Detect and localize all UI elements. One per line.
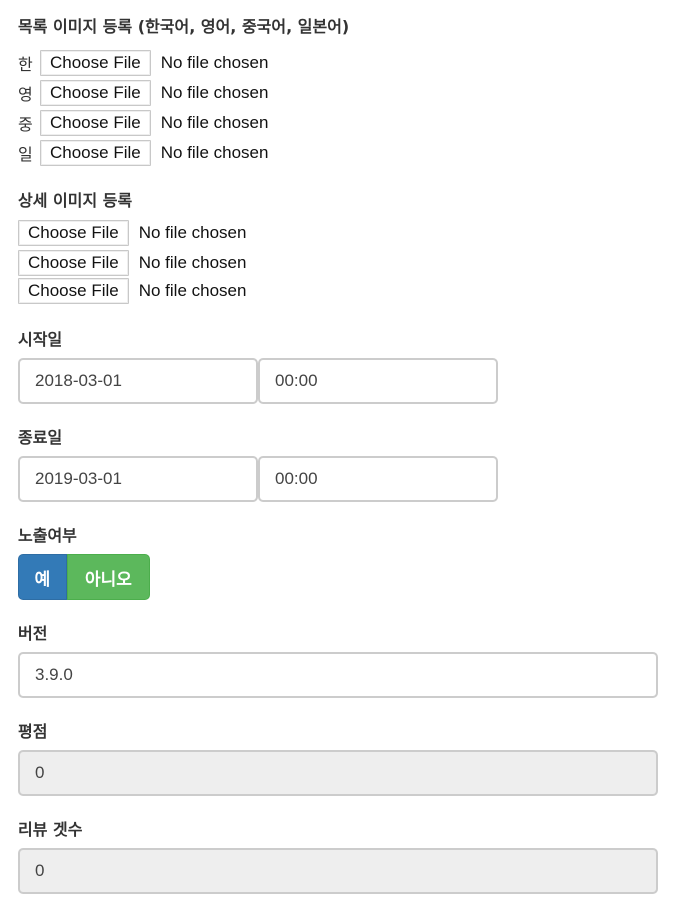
choose-file-button-ja[interactable]: Choose File — [40, 140, 151, 166]
end-time-input[interactable]: 00:00 — [258, 456, 498, 502]
rating-input: 0 — [18, 750, 658, 796]
visibility-no-button[interactable]: 아니오 — [67, 554, 150, 600]
detail-file-row: Choose File No file chosen — [18, 278, 246, 304]
detail-images-label: 상세 이미지 등록 — [18, 191, 133, 210]
visibility-yes-button[interactable]: 예 — [18, 554, 67, 600]
file-row-en: 영 Choose File No file chosen — [18, 80, 268, 106]
file-status-zh: No file chosen — [160, 113, 269, 132]
rating-label: 평점 — [18, 722, 48, 741]
file-status-en: No file chosen — [160, 83, 269, 102]
start-time-input[interactable]: 00:00 — [258, 358, 498, 404]
choose-file-button-ko[interactable]: Choose File — [40, 50, 151, 76]
lang-label-en: 영 — [18, 85, 33, 104]
end-date-input[interactable]: 2019-03-01 — [18, 456, 258, 502]
choose-file-button-zh[interactable]: Choose File — [40, 110, 151, 136]
visibility-label: 노출여부 — [18, 526, 77, 545]
choose-file-button-detail-3[interactable]: Choose File — [18, 278, 129, 304]
file-status-ja: No file chosen — [160, 143, 269, 162]
review-count-label: 리뷰 겟수 — [18, 820, 83, 839]
version-input[interactable]: 3.9.0 — [18, 652, 658, 698]
end-date-label: 종료일 — [18, 428, 63, 447]
detail-file-row: Choose File No file chosen — [18, 220, 246, 246]
lang-label-zh: 중 — [18, 115, 33, 134]
choose-file-button-detail-2[interactable]: Choose File — [18, 250, 129, 276]
file-row-ja: 일 Choose File No file chosen — [18, 140, 268, 166]
start-date-label: 시작일 — [18, 330, 63, 349]
version-label: 버전 — [18, 624, 48, 643]
choose-file-button-detail-1[interactable]: Choose File — [18, 220, 129, 246]
start-date-input[interactable]: 2018-03-01 — [18, 358, 258, 404]
file-row-ko: 한 Choose File No file chosen — [18, 50, 268, 76]
choose-file-button-en[interactable]: Choose File — [40, 80, 151, 106]
review-count-input: 0 — [18, 848, 658, 894]
file-status-detail-3: No file chosen — [138, 281, 247, 300]
lang-label-ja: 일 — [18, 145, 33, 164]
visibility-toggle: 예 아니오 — [18, 554, 150, 600]
file-status-detail-2: No file chosen — [138, 253, 247, 272]
lang-label-ko: 한 — [18, 55, 33, 74]
detail-file-row: Choose File No file chosen — [18, 250, 246, 276]
file-status-detail-1: No file chosen — [138, 223, 247, 242]
file-status-ko: No file chosen — [160, 53, 269, 72]
file-row-zh: 중 Choose File No file chosen — [18, 110, 268, 136]
list-images-label: 목록 이미지 등록 (한국어, 영어, 중국어, 일본어) — [18, 17, 350, 36]
